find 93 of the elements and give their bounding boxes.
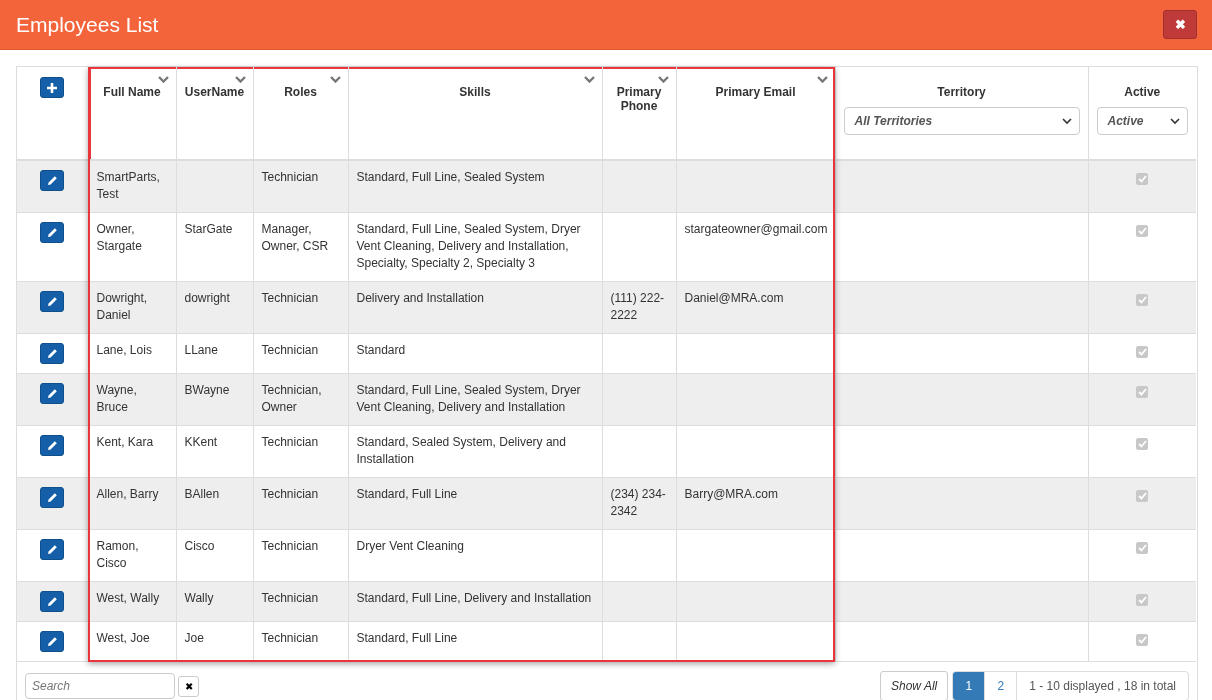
clear-search-button[interactable]: ✖	[178, 675, 199, 697]
table-cell: Technician, Owner	[261, 383, 322, 414]
table-cell: Standard	[356, 343, 406, 357]
sort-chevron-icon[interactable]	[583, 76, 595, 83]
edit-button[interactable]	[40, 222, 65, 243]
table-cell: Ramon, Cisco	[96, 539, 139, 570]
table-cell: Delivery and Installation	[356, 291, 484, 305]
active-checkbox[interactable]	[1136, 386, 1149, 398]
pagination-summary: 1 - 10 displayed , 18 in total	[1028, 678, 1177, 695]
edit-button[interactable]	[40, 539, 65, 560]
table-cell: Technician	[261, 435, 319, 449]
active-checkbox[interactable]	[1136, 542, 1149, 554]
pencil-icon	[46, 636, 58, 647]
edit-button[interactable]	[40, 170, 65, 191]
active-checkbox[interactable]	[1136, 225, 1149, 237]
close-button[interactable]: ✖	[1163, 10, 1197, 39]
table-cell: Dryer Vent Cleaning	[356, 539, 464, 553]
table-cell: KKent	[184, 435, 218, 449]
table-cell: BWayne	[184, 383, 230, 397]
table-cell: West, Joe	[96, 631, 150, 645]
table-cell: Technician	[261, 487, 319, 501]
table-cell: Technician	[261, 170, 319, 184]
dropdown-chevron-icon	[1061, 117, 1072, 125]
active-checkbox[interactable]	[1136, 346, 1149, 358]
table-cell: Technician	[261, 539, 319, 553]
table-cell: BAllen	[184, 487, 220, 501]
active-checkbox[interactable]	[1136, 490, 1149, 502]
filter-dropdown[interactable]: Active	[1096, 107, 1188, 135]
table-cell: Daniel@MRA.com	[684, 291, 784, 305]
active-checkbox[interactable]	[1136, 438, 1149, 450]
edit-button[interactable]	[40, 291, 65, 312]
edit-button[interactable]	[40, 435, 65, 456]
sort-chevron-icon[interactable]	[329, 76, 341, 83]
table-cell: Technician	[261, 291, 319, 305]
table-cell: Technician	[261, 343, 319, 357]
pencil-icon	[46, 175, 58, 186]
edit-button[interactable]	[40, 487, 65, 508]
search-field[interactable]: Search	[25, 673, 175, 699]
pencil-icon	[46, 544, 58, 555]
table-cell: Dowright, Daniel	[96, 291, 148, 322]
table-cell: Standard, Full Line, Sealed System, Dryer Vent Cleaning, Delivery and Installation, Specialty, Specialty 2, Specialty 3	[356, 222, 581, 270]
sort-chevron-icon[interactable]	[657, 76, 669, 83]
window-title: Employees List	[16, 12, 159, 37]
table-cell: Technician	[261, 591, 319, 605]
edit-button[interactable]	[40, 383, 65, 404]
table-cell: StarGate	[184, 222, 233, 236]
table-cell: Standard, Full Line, Sealed System	[356, 170, 545, 184]
edit-button[interactable]	[40, 343, 65, 364]
table-cell: Wayne, Bruce	[96, 383, 137, 414]
pencil-icon	[46, 440, 58, 451]
sort-chevron-icon[interactable]	[234, 76, 246, 83]
table-cell: Technician	[261, 631, 319, 645]
table-cell: West, Wally	[96, 591, 160, 605]
table-cell: Standard, Full Line, Sealed System, Dryer Vent Cleaning, Delivery and Installation	[356, 383, 581, 414]
show-all-button[interactable]: Show All	[880, 671, 949, 700]
active-checkbox[interactable]	[1136, 594, 1149, 606]
active-checkbox[interactable]	[1136, 173, 1149, 185]
edit-button[interactable]	[40, 591, 65, 612]
table-cell: SmartParts, Test	[96, 170, 160, 201]
table-cell: Manager, Owner, CSR	[261, 222, 329, 253]
edit-button[interactable]	[40, 631, 65, 652]
page-button[interactable]: 1	[953, 672, 986, 700]
pencil-icon	[46, 596, 58, 607]
table-cell: Standard, Full Line, Delivery and Installation	[356, 591, 592, 605]
table-cell: Standard, Sealed System, Delivery and Installation	[356, 435, 566, 466]
sort-chevron-icon[interactable]	[157, 76, 169, 83]
table-cell: dowright	[184, 291, 230, 305]
table-cell: Lane, Lois	[96, 343, 152, 357]
table-cell: Wally	[184, 591, 214, 605]
table-cell: Standard, Full Line	[356, 487, 458, 501]
active-checkbox[interactable]	[1136, 634, 1149, 646]
dropdown-chevron-icon	[1170, 117, 1180, 125]
table-cell: Kent, Kara	[96, 435, 154, 449]
table-cell: Cisco	[184, 539, 215, 553]
table-cell: stargateowner@gmail.com	[684, 222, 828, 236]
table-cell: Standard, Full Line	[356, 631, 458, 645]
pencil-icon	[46, 296, 58, 307]
pencil-icon	[46, 348, 58, 359]
table-cell: Allen, Barry	[96, 487, 159, 501]
active-checkbox[interactable]	[1136, 294, 1149, 306]
add-button[interactable]	[40, 77, 65, 98]
pencil-icon	[46, 492, 58, 503]
table-cell: (234) 234-2342	[610, 487, 666, 518]
table-cell: (111) 222-2222	[610, 291, 665, 322]
table-cell: Owner, Stargate	[96, 222, 142, 253]
pencil-icon	[46, 388, 58, 399]
sort-chevron-icon[interactable]	[816, 76, 828, 83]
pencil-icon	[46, 227, 58, 238]
table-cell: LLane	[184, 343, 218, 357]
table-cell: Joe	[184, 631, 204, 645]
filter-dropdown[interactable]: All Territories	[843, 107, 1080, 135]
plus-icon	[47, 82, 58, 93]
table-cell: Barry@MRA.com	[684, 487, 779, 501]
